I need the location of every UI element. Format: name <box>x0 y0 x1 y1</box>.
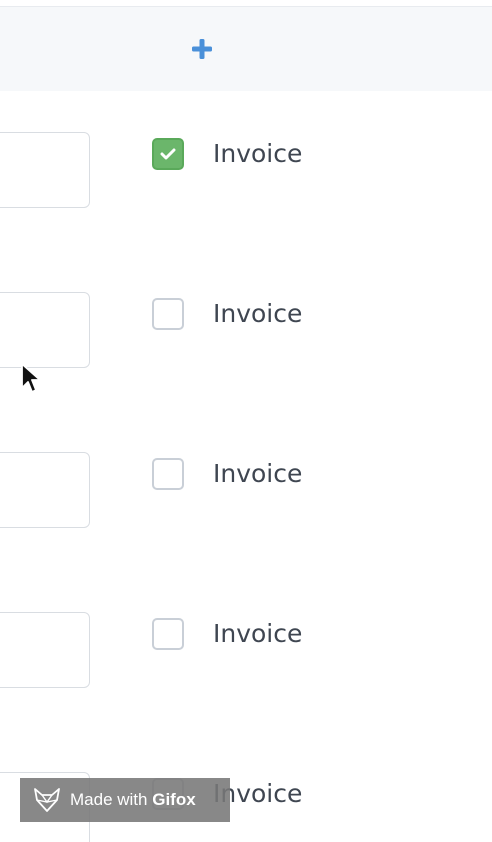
text-input-box[interactable] <box>0 452 90 528</box>
invoice-checkbox[interactable] <box>152 458 184 490</box>
row-label: Invoice <box>213 619 303 648</box>
table-header <box>0 6 492 92</box>
plus-icon <box>192 39 212 59</box>
text-input-box[interactable] <box>0 292 90 368</box>
text-input-box[interactable] <box>0 612 90 688</box>
text-input-box[interactable] <box>0 132 90 208</box>
fox-icon <box>34 788 60 812</box>
row-label: Invoice <box>213 139 303 168</box>
row-label: Invoice <box>213 299 303 328</box>
gifox-watermark: Made with Gifox <box>20 778 230 822</box>
add-row-button[interactable] <box>188 35 216 63</box>
page: Invoice Invoice Invoice Invoice Invoice … <box>0 0 492 842</box>
table-row: Invoice <box>0 571 492 732</box>
watermark-brand: Gifox <box>152 790 196 809</box>
watermark-text: Made with Gifox <box>70 790 196 810</box>
check-icon <box>160 148 176 160</box>
table-row: Invoice <box>0 411 492 572</box>
table-row: Invoice <box>0 251 492 412</box>
invoice-checkbox[interactable] <box>152 298 184 330</box>
watermark-prefix: Made with <box>70 790 148 809</box>
invoice-checkbox[interactable] <box>152 138 184 170</box>
invoice-checkbox[interactable] <box>152 618 184 650</box>
table-row: Invoice <box>0 91 492 252</box>
mouse-pointer-icon <box>20 362 44 401</box>
row-label: Invoice <box>213 459 303 488</box>
